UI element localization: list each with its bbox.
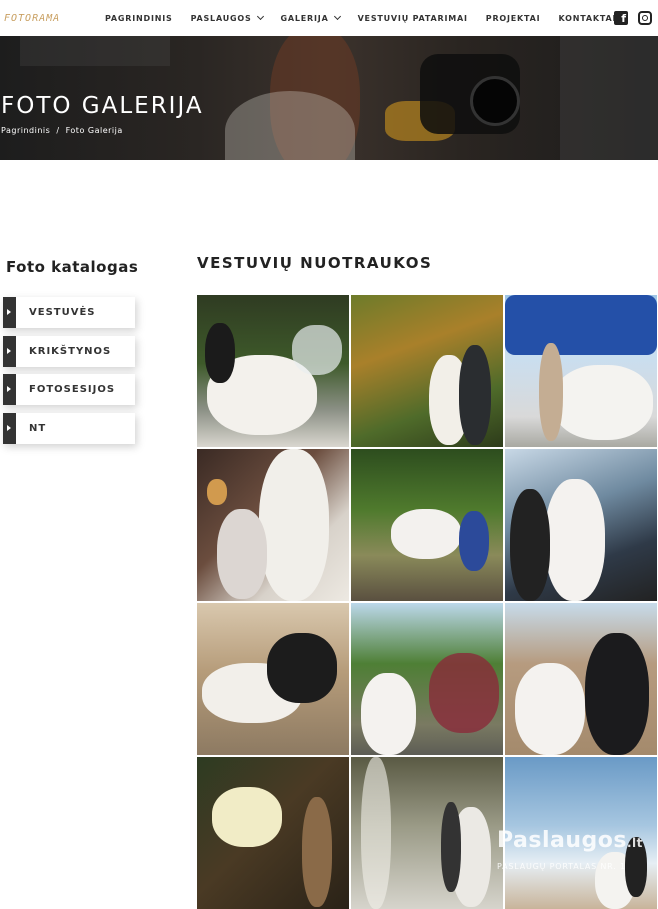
page-title: FOTO GALERIJA xyxy=(1,93,204,119)
chevron-right-icon xyxy=(3,336,16,367)
top-navigation: FOTORAMA PAGRINDINIS PASLAUGOS GALERIJA … xyxy=(0,0,658,36)
hero-photo-window xyxy=(560,36,658,160)
instagram-icon[interactable] xyxy=(638,11,652,25)
gallery-photo[interactable] xyxy=(197,603,349,755)
chevron-down-icon xyxy=(333,12,341,21)
sidebar-title: Foto katalogas xyxy=(6,258,139,276)
sidebar-item-krikstynos[interactable]: KRIKŠTYNOS xyxy=(3,336,135,367)
sidebar-item-vestuves[interactable]: VESTUVĖS xyxy=(3,297,135,328)
gallery-photo[interactable] xyxy=(351,449,503,601)
gallery-photo[interactable] xyxy=(505,295,657,447)
watermark-tagline: PASLAUGŲ PORTALAS NR. 1 xyxy=(497,862,626,871)
breadcrumb: Pagrindinis / Foto Galerija xyxy=(1,126,126,135)
chevron-right-icon xyxy=(3,374,16,405)
gallery-photo[interactable] xyxy=(351,603,503,755)
gallery-photo[interactable] xyxy=(351,295,503,447)
gallery-photo[interactable] xyxy=(197,295,349,447)
chevron-down-icon xyxy=(256,12,264,21)
chevron-right-icon xyxy=(3,413,16,444)
site-logo[interactable]: FOTORAMA xyxy=(4,13,60,24)
breadcrumb-current: Foto Galerija xyxy=(65,126,123,135)
nav-item-pagrindinis[interactable]: PAGRINDINIS xyxy=(105,14,173,23)
nav-item-kontaktai[interactable]: KONTAKTAI xyxy=(558,14,616,23)
facebook-icon[interactable]: f xyxy=(614,11,628,25)
gallery-photo[interactable] xyxy=(351,757,503,909)
gallery-photo[interactable] xyxy=(505,603,657,755)
nav-item-projektai[interactable]: PROJEKTAI xyxy=(486,14,541,23)
gallery-photo[interactable] xyxy=(505,449,657,601)
nav-item-galerija[interactable]: GALERIJA xyxy=(281,12,341,23)
sidebar-item-nt[interactable]: NT xyxy=(3,413,135,444)
chevron-right-icon xyxy=(3,297,16,328)
nav-item-vestuviu-patarimai[interactable]: VESTUVIŲ PATARIMAI xyxy=(358,14,468,23)
page-hero-banner: FOTO GALERIJA Pagrindinis / Foto Galerij… xyxy=(0,36,658,160)
gallery-photo[interactable] xyxy=(197,449,349,601)
breadcrumb-separator: / xyxy=(56,126,60,135)
gallery-photo[interactable] xyxy=(197,757,349,909)
main-menu: PAGRINDINIS PASLAUGOS GALERIJA VESTUVIŲ … xyxy=(105,0,634,36)
gallery-title: VESTUVIŲ NUOTRAUKOS xyxy=(197,254,433,272)
watermark-logo: Paslaugos.lt xyxy=(497,828,643,853)
photo-gallery-grid xyxy=(197,295,658,909)
nav-item-paslaugos[interactable]: PASLAUGOS xyxy=(191,12,264,23)
hero-background-photo xyxy=(20,36,170,66)
breadcrumb-home-link[interactable]: Pagrindinis xyxy=(1,126,50,135)
hero-photo-lens xyxy=(470,76,520,126)
sidebar-item-fotosesijos[interactable]: FOTOSESIJOS xyxy=(3,374,135,405)
